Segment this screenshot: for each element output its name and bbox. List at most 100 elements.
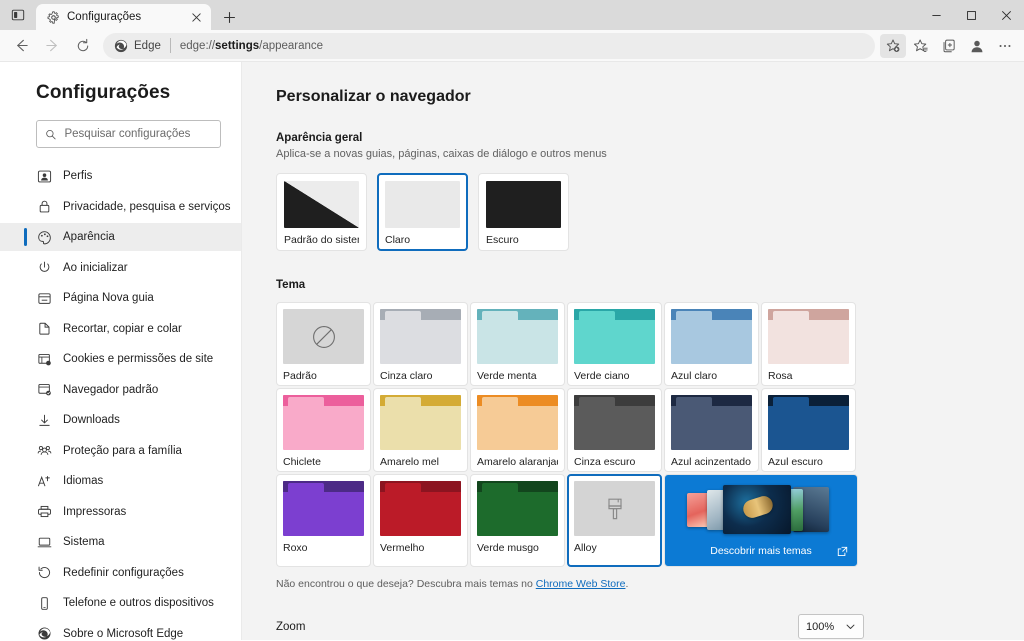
chrome-web-store-note: Não encontrou o que deseja? Descubra mai… xyxy=(276,578,1024,590)
favorites-button[interactable] xyxy=(908,34,934,58)
sidebar-item-label: Redefinir configurações xyxy=(63,566,184,579)
sidebar-item-privacidade[interactable]: Privacidade, pesquisa e serviços xyxy=(0,193,241,221)
browser-menu-button[interactable] xyxy=(992,34,1018,58)
paintbrush-icon xyxy=(607,498,622,519)
close-window-button[interactable] xyxy=(989,0,1024,30)
toolbar-actions xyxy=(880,33,1018,58)
page-title: Personalizar o navegador xyxy=(276,88,471,105)
sidebar-item-pagina-nova-guia[interactable]: Página Nova guia xyxy=(0,284,241,312)
url-prefix: edge:// xyxy=(179,39,216,52)
theme-preview xyxy=(283,481,364,536)
theme-preview xyxy=(671,395,752,450)
theme-card-verde-menta[interactable]: Verde menta xyxy=(470,302,565,386)
theme-preview xyxy=(574,395,655,450)
appearance-section-heading: Aparência geral xyxy=(276,132,363,144)
collections-button[interactable] xyxy=(936,34,962,58)
close-tab-icon[interactable] xyxy=(188,9,205,26)
theme-card-label: Vermelho xyxy=(380,542,425,554)
theme-card-azul-escuro[interactable]: Azul escuro xyxy=(761,388,856,472)
reset-icon xyxy=(36,565,52,581)
sidebar-item-downloads[interactable]: Downloads xyxy=(0,406,241,434)
settings-search-box[interactable] xyxy=(36,120,221,148)
theme-card-verde-ciano[interactable]: Verde ciano xyxy=(567,302,662,386)
theme-card-cinza-escuro[interactable]: Cinza escuro xyxy=(567,388,662,472)
power-icon xyxy=(36,260,52,276)
search-input[interactable] xyxy=(64,128,212,140)
forward-button[interactable] xyxy=(37,33,67,59)
gear-icon xyxy=(46,10,60,24)
discover-more-themes-label: Descobrir mais temas xyxy=(710,545,812,557)
sidebar-item-label: Idiomas xyxy=(63,475,104,487)
theme-card-amarelo-mel[interactable]: Amarelo mel xyxy=(373,388,468,472)
sidebar-item-sobre-edge[interactable]: Sobre o Microsoft Edge xyxy=(0,620,241,641)
theme-card-label: Alloy xyxy=(574,542,597,554)
tab-search-button[interactable] xyxy=(7,4,29,26)
theme-card-amarelo-alaranjado[interactable]: Amarelo alaranjado xyxy=(470,388,565,472)
sidebar-item-recortar-copiar-colar[interactable]: Recortar, copiar e colar xyxy=(0,315,241,343)
zoom-dropdown[interactable]: 100% xyxy=(798,614,864,639)
new-tab-button[interactable] xyxy=(216,4,242,30)
refresh-button[interactable] xyxy=(68,33,98,59)
theme-card-cinza-claro[interactable]: Cinza claro xyxy=(373,302,468,386)
newtab-icon xyxy=(36,290,52,306)
profile-button[interactable] xyxy=(964,34,990,58)
sidebar-item-idiomas[interactable]: Idiomas xyxy=(0,467,241,495)
theme-card-label: Azul acinzentado xyxy=(671,456,751,468)
sidebar-item-label: Sistema xyxy=(63,536,105,548)
sidebar-item-impressoras[interactable]: Impressoras xyxy=(0,498,241,526)
sidebar-item-sistema[interactable]: Sistema xyxy=(0,528,241,556)
sidebar-item-perfis[interactable]: Perfis xyxy=(0,162,241,190)
window-title-bar: Configurações xyxy=(0,0,1024,30)
browser-tab[interactable]: Configurações xyxy=(36,4,211,30)
theme-card-azul-claro[interactable]: Azul claro xyxy=(664,302,759,386)
discover-more-themes-tile[interactable]: Descobrir mais temas xyxy=(664,474,858,567)
sidebar-item-navegador-padrao[interactable]: Navegador padrão xyxy=(0,376,241,404)
sidebar-item-telefone-dispositivos[interactable]: Telefone e outros dispositivos xyxy=(0,589,241,617)
theme-card-padrao[interactable]: Padrão xyxy=(276,302,371,386)
omnibox-separator xyxy=(169,38,171,53)
theme-preview xyxy=(671,309,752,364)
sidebar-item-redefinir-configuracoes[interactable]: Redefinir configurações xyxy=(0,559,241,587)
appearance-option-light[interactable]: Claro xyxy=(377,173,468,251)
theme-preview-alloy xyxy=(574,481,655,536)
appearance-option-system[interactable]: Padrão do sistema xyxy=(276,173,367,251)
sidebar-item-cookies[interactable]: Cookies e permissões de site xyxy=(0,345,241,373)
store-note-prefix: Não encontrou o que deseja? Descubra mai… xyxy=(276,578,536,590)
url-bold: settings xyxy=(215,39,260,52)
theme-card-alloy[interactable]: Alloy xyxy=(567,474,662,567)
theme-card-roxo[interactable]: Roxo xyxy=(276,474,371,567)
theme-card-azul-acinzentado[interactable]: Azul acinzentado xyxy=(664,388,759,472)
sidebar-item-label: Sobre o Microsoft Edge xyxy=(63,627,184,640)
theme-card-label: Rosa xyxy=(768,370,793,382)
sidebar-item-label: Recortar, copiar e colar xyxy=(63,322,182,335)
appearance-option-dark[interactable]: Escuro xyxy=(478,173,569,251)
minimize-button[interactable] xyxy=(919,0,954,30)
theme-card-vermelho[interactable]: Vermelho xyxy=(373,474,468,567)
profile-icon xyxy=(36,168,52,184)
family-icon xyxy=(36,443,52,459)
address-bar[interactable]: Edge edge://settings/appearance xyxy=(103,32,875,59)
theme-preview xyxy=(477,309,558,364)
zoom-setting-row: Zoom 100% xyxy=(276,614,864,639)
sidebar-item-aparencia[interactable]: Aparência xyxy=(0,223,241,251)
add-favorite-button[interactable] xyxy=(880,33,906,58)
theme-preview xyxy=(574,309,655,364)
back-button[interactable] xyxy=(6,33,36,59)
settings-sidebar: Configurações Perfis xyxy=(0,62,242,640)
phone-icon xyxy=(36,595,52,611)
theme-card-chiclete[interactable]: Chiclete xyxy=(276,388,371,472)
language-icon xyxy=(36,473,52,489)
theme-card-label: Verde musgo xyxy=(477,542,539,554)
theme-card-verde-musgo[interactable]: Verde musgo xyxy=(470,474,565,567)
star-plus-icon xyxy=(886,38,900,52)
chrome-web-store-link[interactable]: Chrome Web Store xyxy=(536,578,626,590)
appearance-option-label: Claro xyxy=(385,234,411,246)
maximize-button[interactable] xyxy=(954,0,989,30)
theme-card-rosa[interactable]: Rosa xyxy=(761,302,856,386)
edge-icon xyxy=(36,626,52,641)
sidebar-item-protecao-familia[interactable]: Proteção para a família xyxy=(0,437,241,465)
sidebar-item-ao-inicializar[interactable]: Ao inicializar xyxy=(0,254,241,282)
sidebar-item-label: Perfis xyxy=(63,170,93,182)
appearance-preview-dark xyxy=(486,181,561,228)
theme-card-label: Cinza claro xyxy=(380,370,433,382)
